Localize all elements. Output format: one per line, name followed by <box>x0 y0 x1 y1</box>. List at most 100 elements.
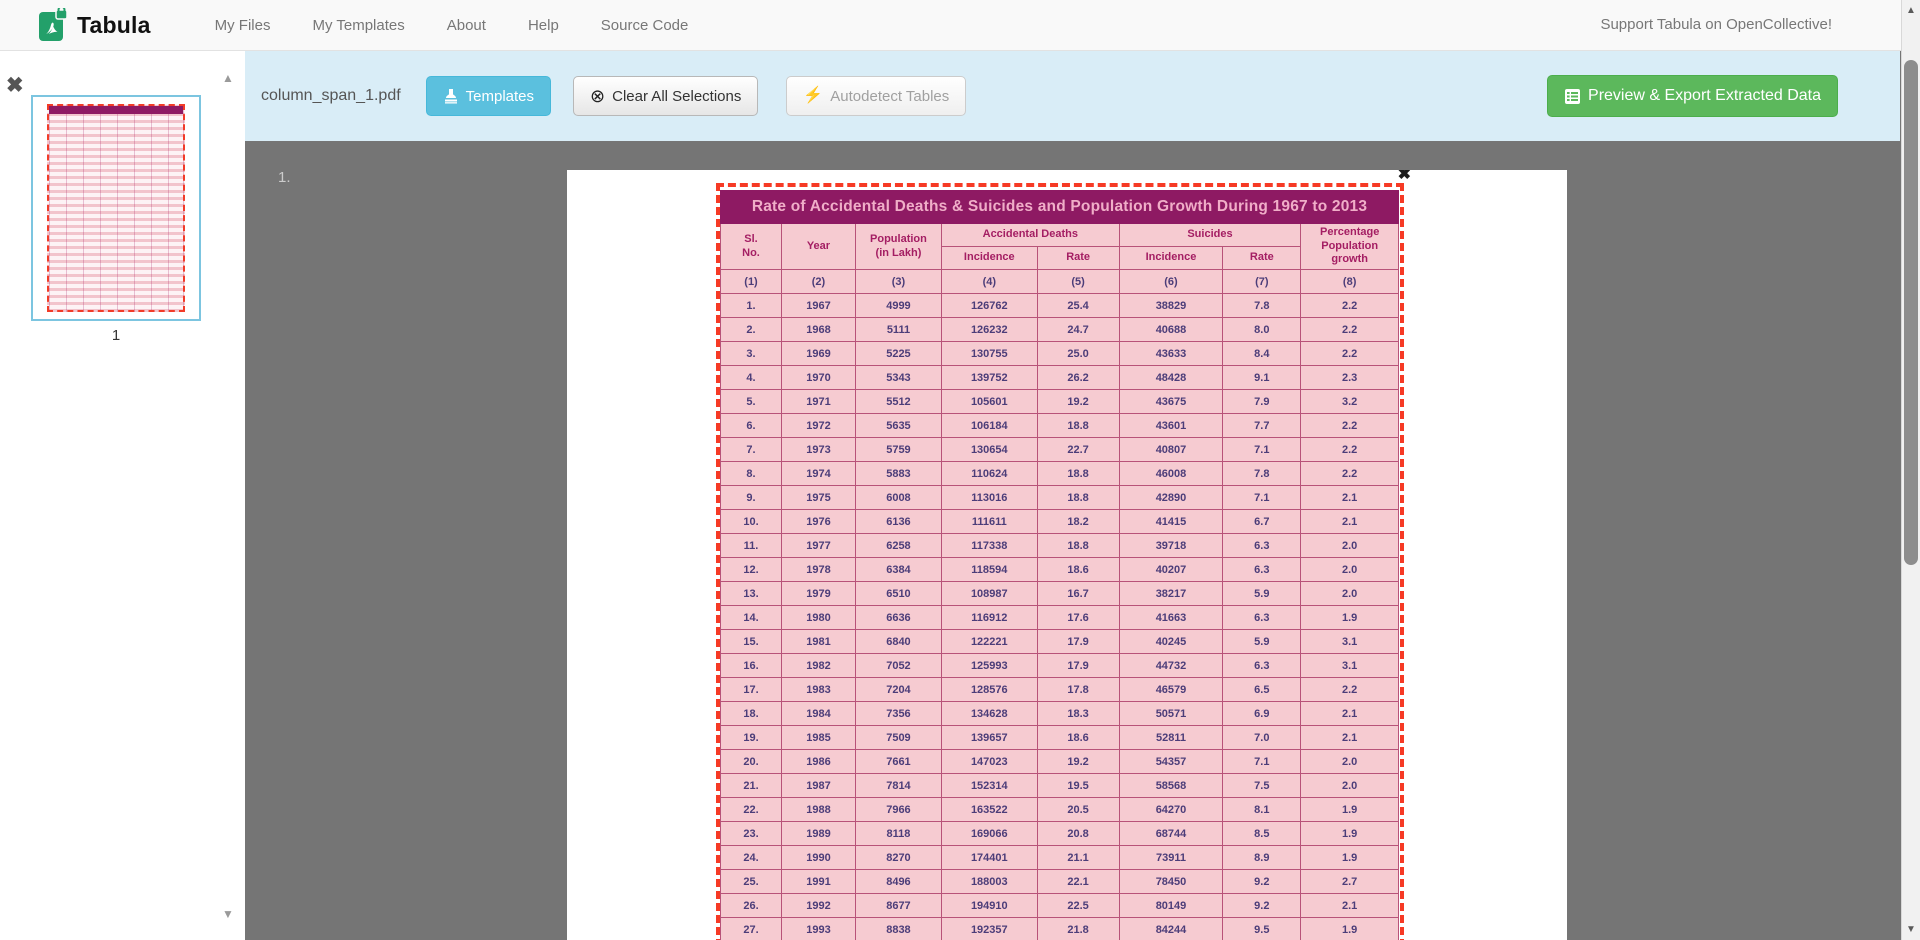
table-cell: 5512 <box>855 390 941 414</box>
table-cell: 134628 <box>942 702 1038 726</box>
nav-help[interactable]: Help <box>528 17 559 34</box>
selection-close-icon[interactable]: ✖ <box>1398 170 1411 183</box>
col-header-sl-no: Sl. No. <box>721 224 782 270</box>
table-cell: 1974 <box>782 462 856 486</box>
page-thumbnail[interactable] <box>31 95 201 321</box>
scrollbar-down-icon[interactable]: ▼ <box>1902 924 1920 935</box>
support-link[interactable]: Support Tabula on OpenCollective! <box>1600 16 1832 33</box>
table-cell: 15. <box>721 630 782 654</box>
table-cell: 43633 <box>1119 342 1223 366</box>
autodetect-button-label: Autodetect Tables <box>830 88 949 105</box>
table-cell: 5343 <box>855 366 941 390</box>
table-row: 11.1977625811733818.8397186.32.0 <box>721 534 1399 558</box>
table-cell: 40207 <box>1119 558 1223 582</box>
table-cell: 10. <box>721 510 782 534</box>
col-header-year: Year <box>782 224 856 270</box>
table-cell: 48428 <box>1119 366 1223 390</box>
table-cell: 7661 <box>855 750 941 774</box>
table-cell: 1973 <box>782 438 856 462</box>
pdf-table-body: (1)(2)(3)(4)(5)(6)(7)(8)1.19674999126762… <box>721 270 1399 940</box>
table-cell: 17.6 <box>1037 606 1119 630</box>
table-cell: 7.7 <box>1223 414 1301 438</box>
vertical-scrollbar: ▲ ▼ <box>1901 0 1920 940</box>
remove-page-icon[interactable]: ✖ <box>6 75 24 96</box>
table-cell: 39718 <box>1119 534 1223 558</box>
table-cell: 174401 <box>942 846 1038 870</box>
table-selection-box[interactable]: ✖ Rate of Accidental Deaths & Suicides a… <box>716 183 1404 940</box>
table-cell: 41663 <box>1119 606 1223 630</box>
templates-button-label: Templates <box>466 88 534 105</box>
table-cell: 8.1 <box>1223 798 1301 822</box>
content: column_span_1.pdf Templates ⊗ Clear All … <box>245 51 1900 940</box>
table-cell: 7.1 <box>1223 750 1301 774</box>
table-row: 16.1982705212599317.9447326.33.1 <box>721 654 1399 678</box>
table-cell: 2.0 <box>1301 558 1399 582</box>
table-row: 26.1992867719491022.5801499.22.1 <box>721 894 1399 918</box>
table-row: 23.1989811816906620.8687448.51.9 <box>721 822 1399 846</box>
table-cell: 1.9 <box>1301 798 1399 822</box>
autodetect-tables-button[interactable]: ⚡ Autodetect Tables <box>786 76 966 116</box>
table-cell: 8677 <box>855 894 941 918</box>
sidebar-scroll-down-icon[interactable]: ▼ <box>222 907 234 921</box>
table-cell: 14. <box>721 606 782 630</box>
scrollbar-up-icon[interactable]: ▲ <box>1902 5 1920 16</box>
table-cell: 1978 <box>782 558 856 582</box>
table-cell: 9.2 <box>1223 870 1301 894</box>
clear-all-selections-button[interactable]: ⊗ Clear All Selections <box>573 76 758 116</box>
table-cell: 139752 <box>942 366 1038 390</box>
table-cell: 8. <box>721 462 782 486</box>
table-cell: 7.8 <box>1223 294 1301 318</box>
table-cell: 1972 <box>782 414 856 438</box>
table-cell: 18.8 <box>1037 534 1119 558</box>
table-cell: 8270 <box>855 846 941 870</box>
table-row: 27.1993883819235721.8842449.51.9 <box>721 918 1399 940</box>
table-row: 7.1973575913065422.7408077.12.2 <box>721 438 1399 462</box>
export-table-icon <box>1564 88 1581 105</box>
brand[interactable]: Tabula <box>38 8 151 42</box>
workspace: 1. ✖ Rate of Accidental Deaths & Suicide… <box>245 141 1900 940</box>
table-cell: 1984 <box>782 702 856 726</box>
preview-export-button[interactable]: Preview & Export Extracted Data <box>1547 75 1838 117</box>
table-title: Rate of Accidental Deaths & Suicides and… <box>721 191 1399 224</box>
table-cell: 18.6 <box>1037 726 1119 750</box>
table-cell: 41415 <box>1119 510 1223 534</box>
table-cell: 42890 <box>1119 486 1223 510</box>
table-cell: 7356 <box>855 702 941 726</box>
table-cell: 2.2 <box>1301 414 1399 438</box>
templates-button[interactable]: Templates <box>426 76 551 116</box>
nav-my-files[interactable]: My Files <box>215 17 271 34</box>
table-row: 17.1983720412857617.8465796.52.2 <box>721 678 1399 702</box>
table-cell: 23. <box>721 822 782 846</box>
pdf-page[interactable]: ✖ Rate of Accidental Deaths & Suicides a… <box>567 170 1567 940</box>
table-cell: 1989 <box>782 822 856 846</box>
table-cell: 46579 <box>1119 678 1223 702</box>
table-cell: 18.8 <box>1037 486 1119 510</box>
scrollbar-thumb[interactable] <box>1904 60 1918 565</box>
table-cell: 7.1 <box>1223 438 1301 462</box>
table-cell: 58568 <box>1119 774 1223 798</box>
table-cell: 9.2 <box>1223 894 1301 918</box>
table-cell: 38217 <box>1119 582 1223 606</box>
table-cell: 7. <box>721 438 782 462</box>
table-cell: 1986 <box>782 750 856 774</box>
table-row: 8.1974588311062418.8460087.82.2 <box>721 462 1399 486</box>
table-cell: 19. <box>721 726 782 750</box>
table-cell: 8.5 <box>1223 822 1301 846</box>
tabula-logo-icon <box>38 8 68 42</box>
table-cell: 130755 <box>942 342 1038 366</box>
table-cell: 1981 <box>782 630 856 654</box>
table-cell: 7.9 <box>1223 390 1301 414</box>
col-header-accidental-deaths: Accidental Deaths <box>942 224 1120 247</box>
nav-links: My Files My Templates About Help Source … <box>215 17 689 34</box>
table-cell: 16.7 <box>1037 582 1119 606</box>
table-cell: 1.9 <box>1301 918 1399 940</box>
table-cell: 3. <box>721 342 782 366</box>
table-cell: 73911 <box>1119 846 1223 870</box>
table-cell: 1987 <box>782 774 856 798</box>
table-cell: 9.5 <box>1223 918 1301 940</box>
nav-source-code[interactable]: Source Code <box>601 17 689 34</box>
nav-about[interactable]: About <box>447 17 486 34</box>
nav-my-templates[interactable]: My Templates <box>312 17 404 34</box>
sidebar-scroll-up-icon[interactable]: ▲ <box>222 71 234 85</box>
table-cell: 1970 <box>782 366 856 390</box>
